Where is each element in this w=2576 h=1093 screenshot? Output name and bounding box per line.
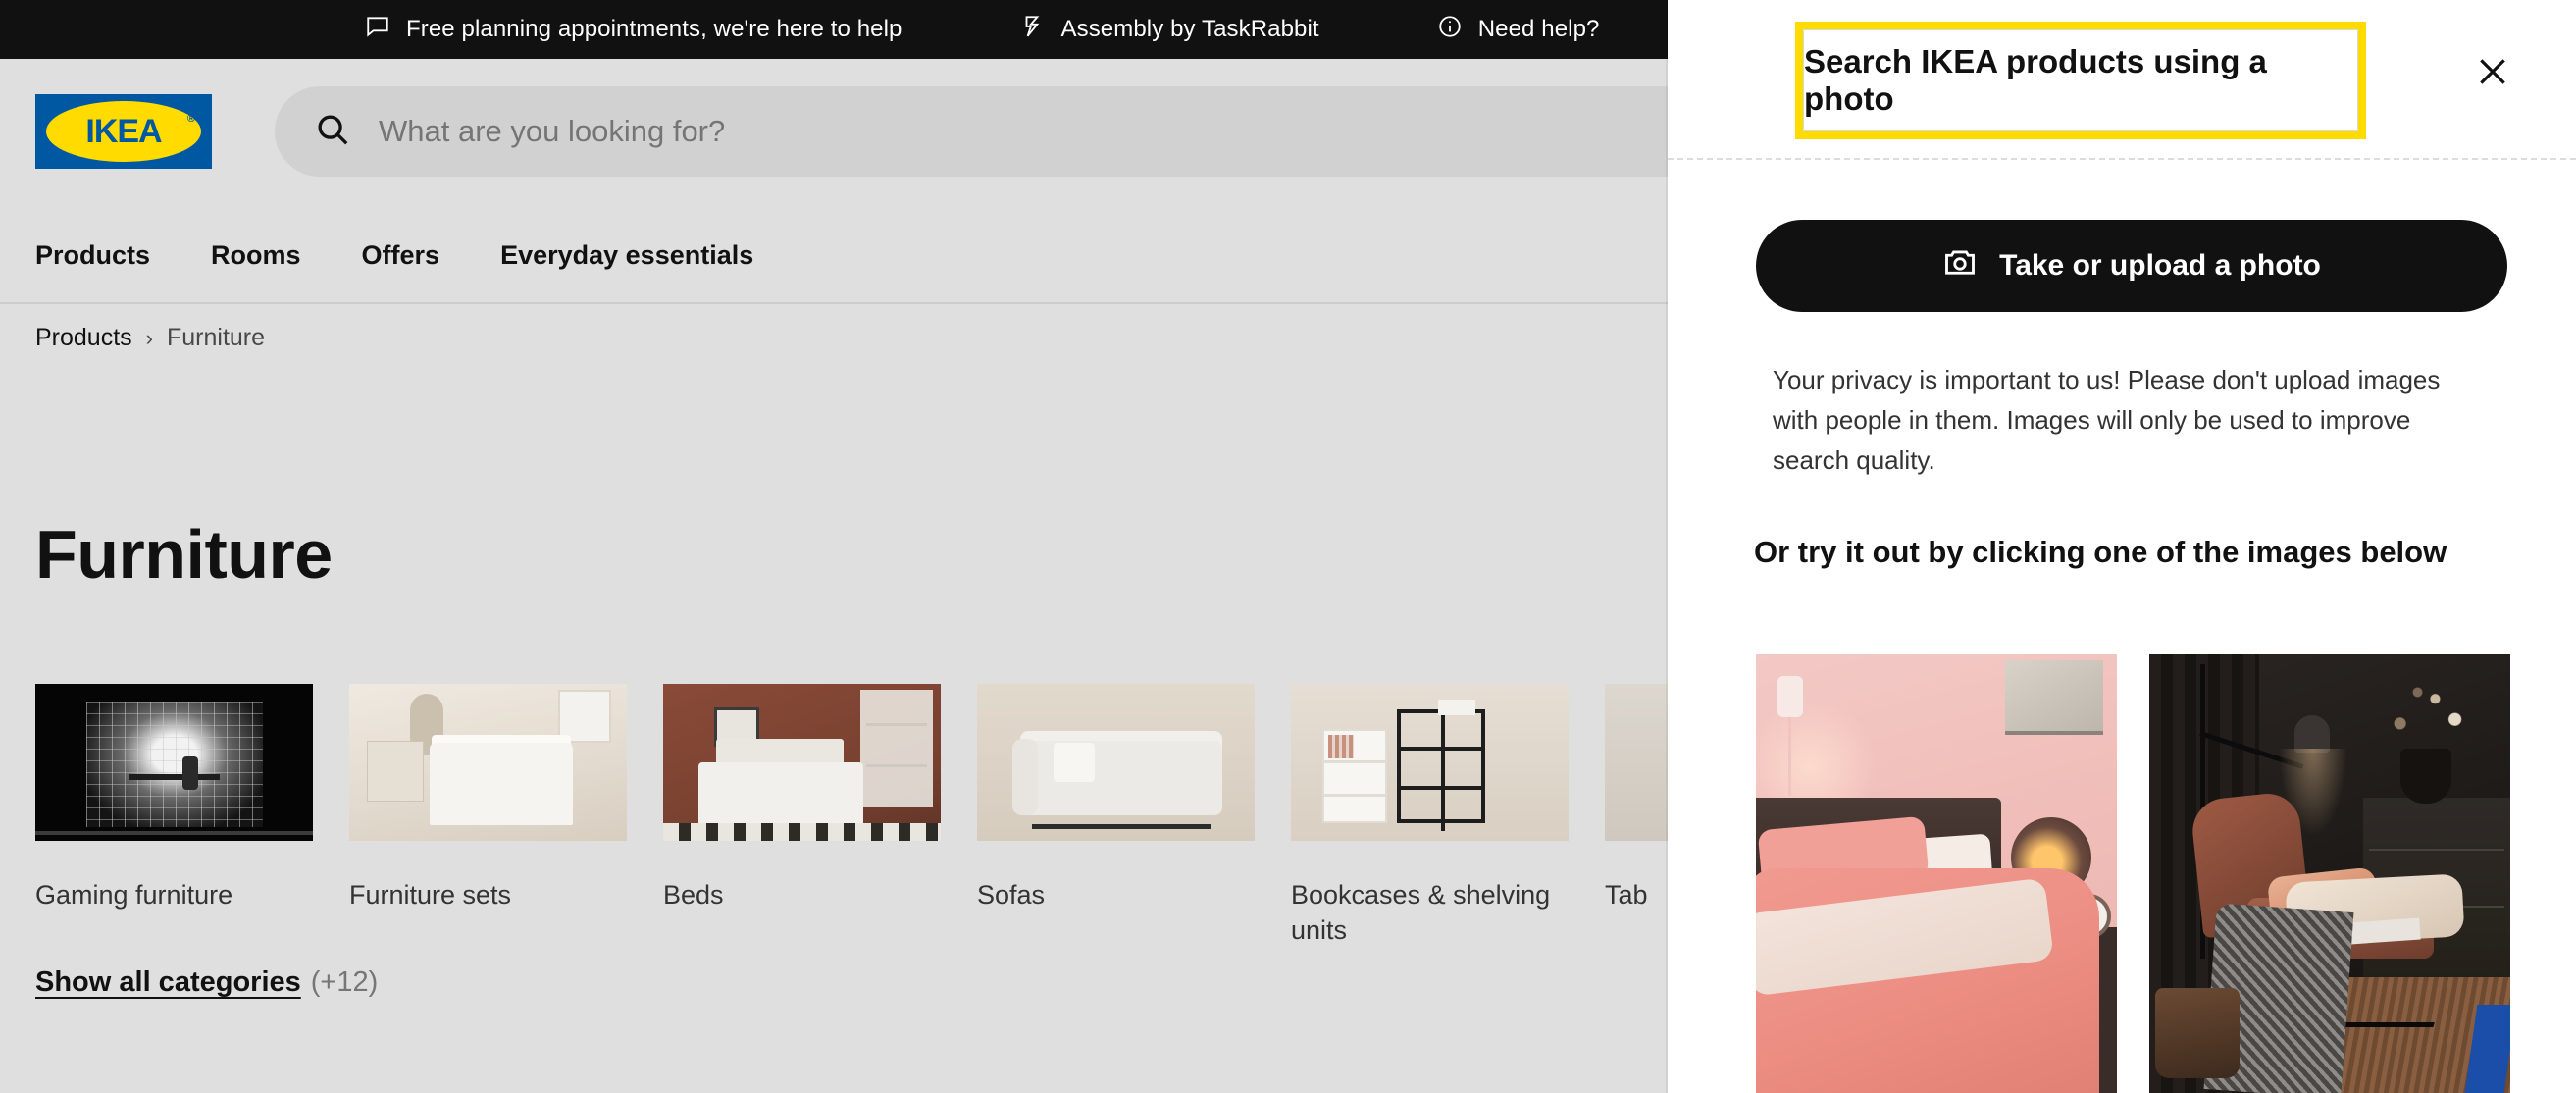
- category-thumbnail: [349, 684, 627, 841]
- nav-item-everyday-essentials[interactable]: Everyday essentials: [500, 240, 753, 271]
- panel-title: Search IKEA products using a photo: [1804, 43, 2267, 117]
- category-thumbnail: [663, 684, 941, 841]
- logo-ellipse: IKEA ®: [46, 101, 201, 162]
- topbar-label: Need help?: [1477, 16, 1600, 42]
- show-all-categories-count: (+12): [310, 966, 379, 998]
- assembly-icon: [1020, 14, 1046, 46]
- breadcrumb: Products › Furniture: [35, 324, 265, 352]
- panel-header: Search IKEA products using a photo: [1668, 0, 2576, 160]
- privacy-notice: Your privacy is important to us! Please …: [1773, 365, 2441, 476]
- breadcrumb-current: Furniture: [167, 324, 266, 351]
- show-all-categories[interactable]: Show all categories (+12): [35, 966, 378, 999]
- nav-item-rooms[interactable]: Rooms: [211, 240, 301, 271]
- topbar-label: Assembly by TaskRabbit: [1060, 16, 1319, 42]
- topbar-label: Free planning appointments, we're here t…: [406, 16, 902, 42]
- logo-text: IKEA: [85, 113, 162, 150]
- try-images-heading: Or try it out by clicking one of the ima…: [1754, 535, 2447, 569]
- upload-button-label: Take or upload a photo: [1999, 249, 2321, 282]
- category-label: Gaming furniture: [35, 880, 233, 910]
- nav-item-products[interactable]: Products: [35, 240, 150, 271]
- logo-registered-mark: ®: [186, 113, 195, 125]
- topbar-item-planning[interactable]: Free planning appointments, we're here t…: [365, 14, 902, 46]
- sample-image-pink-bedroom[interactable]: [1756, 654, 2117, 1093]
- ikea-furniture-page: Free planning appointments, we're here t…: [0, 0, 2576, 1093]
- category-tile-bookcases-shelving-units[interactable]: Bookcases & shelving units: [1291, 684, 1569, 948]
- breadcrumb-products[interactable]: Products: [35, 324, 132, 352]
- category-tile-beds[interactable]: Beds: [663, 684, 941, 948]
- category-thumbnail: [35, 684, 313, 841]
- category-label: Furniture sets: [349, 880, 512, 910]
- camera-icon: [1942, 244, 1978, 287]
- search-input[interactable]: What are you looking for?: [379, 114, 725, 149]
- topbar-item-assembly[interactable]: Assembly by TaskRabbit: [1020, 14, 1319, 46]
- category-thumbnail: [977, 684, 1255, 841]
- category-tile-furniture-sets[interactable]: Furniture sets: [349, 684, 627, 948]
- show-all-categories-link[interactable]: Show all categories: [35, 966, 301, 999]
- ikea-logo[interactable]: IKEA ®: [35, 94, 212, 169]
- page-title: Furniture: [35, 516, 333, 593]
- sample-images: [1756, 654, 2510, 1093]
- visual-search-panel: Search IKEA products using a photo Take …: [1668, 0, 2576, 1093]
- info-circle-icon: [1437, 14, 1463, 46]
- close-icon[interactable]: [2470, 49, 2515, 94]
- category-tile-gaming-furniture[interactable]: Gaming furniture: [35, 684, 313, 948]
- chevron-right-icon: ›: [145, 325, 153, 350]
- chat-bubble-icon: [365, 14, 390, 46]
- take-or-upload-photo-button[interactable]: Take or upload a photo: [1756, 220, 2507, 312]
- category-thumbnail: [1291, 684, 1569, 841]
- nav-item-offers[interactable]: Offers: [362, 240, 440, 271]
- category-label: Beds: [663, 880, 724, 910]
- category-label: Sofas: [977, 880, 1046, 910]
- category-tile-sofas[interactable]: Sofas: [977, 684, 1255, 948]
- topbar-item-help[interactable]: Need help?: [1437, 14, 1600, 46]
- category-tiles: Gaming furniture Furniture sets Beds Sof…: [35, 684, 1882, 948]
- category-label: Bookcases & shelving units: [1291, 880, 1551, 945]
- search-icon: [314, 111, 351, 153]
- panel-title-focus-ring: Search IKEA products using a photo: [1795, 22, 2366, 139]
- sample-image-dark-living-room[interactable]: [2149, 654, 2510, 1093]
